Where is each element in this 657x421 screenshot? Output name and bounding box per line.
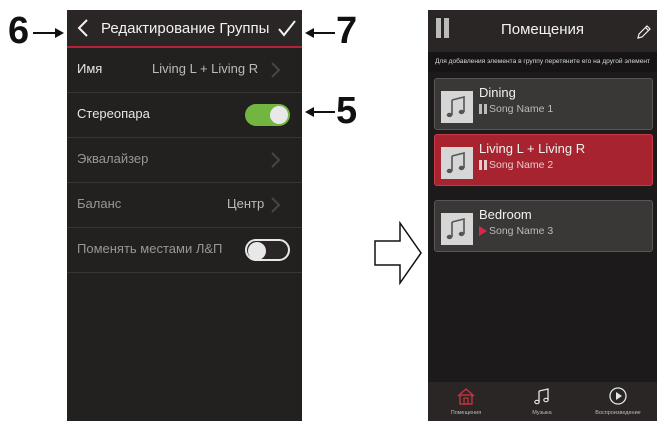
room-card-dining[interactable]: Dining Song Name 1 [434, 78, 653, 130]
pencil-icon[interactable] [636, 24, 652, 40]
tab-playback[interactable]: Воспроизведение [580, 382, 656, 421]
pause-icon [479, 160, 487, 170]
toggle-knob [248, 242, 266, 260]
chevron-left-icon[interactable] [73, 16, 93, 40]
swap-channels-row: Поменять местами Л&П [67, 228, 302, 273]
pause-icon [479, 104, 487, 114]
bottom-tab-bar: Помещения Музыка Воспроизведение [428, 382, 657, 421]
callout-7-label: 7 [336, 10, 358, 52]
room-song: Song Name 1 [489, 103, 554, 115]
tab-label: Помещения [450, 410, 482, 416]
room-song: Song Name 3 [489, 225, 554, 237]
equalizer-row[interactable]: Эквалайзер [67, 138, 302, 183]
callout-5-label: 5 [336, 90, 358, 132]
edit-group-header: Редактирование Группы [67, 10, 302, 48]
swap-channels-label: Поменять местами Л&П [77, 241, 223, 256]
room-name: Bedroom [479, 207, 532, 222]
room-name: Dining [479, 85, 516, 100]
balance-row[interactable]: Баланс Центр [67, 183, 302, 228]
room-card-bedroom[interactable]: Bedroom Song Name 3 [434, 200, 653, 252]
music-note-icon [441, 213, 473, 245]
tab-rooms[interactable]: Помещения [428, 382, 504, 421]
drag-hint-text: Для добавления элемента в группу перетян… [428, 52, 657, 72]
rooms-header: Помещения [428, 10, 657, 52]
tab-music[interactable]: Музыка [504, 382, 580, 421]
music-note-icon [441, 147, 473, 179]
name-label: Имя [77, 61, 103, 76]
callout-6-label: 6 [8, 10, 30, 52]
callout-6-arrow-head [55, 28, 64, 38]
checkmark-icon[interactable] [277, 18, 297, 38]
name-row[interactable]: Имя Living L + Living R [67, 48, 302, 93]
edit-group-screen: Редактирование Группы Имя Living L + Liv… [67, 10, 302, 421]
room-name: Living L + Living R [479, 141, 586, 156]
callout-6-arrow-line [33, 32, 55, 34]
rooms-screen: Помещения Для добавления элемента в груп… [428, 10, 657, 421]
tab-label: Музыка [532, 410, 552, 416]
toggle-knob [270, 106, 288, 124]
chevron-right-icon [271, 62, 281, 78]
callout-7-arrow-line [313, 32, 335, 34]
music-note-icon [441, 91, 473, 123]
house-icon [457, 388, 475, 405]
stereo-pair-label: Стереопара [77, 106, 150, 121]
play-icon [479, 226, 487, 236]
stereo-pair-toggle[interactable] [245, 104, 290, 126]
music-note-icon [534, 388, 549, 405]
stereo-pair-row: Стереопара [67, 93, 302, 138]
chevron-right-icon [271, 152, 281, 168]
rooms-title: Помещения [500, 21, 585, 38]
flow-arrow-icon [374, 221, 422, 285]
tab-label: Воспроизведение [595, 410, 641, 416]
edit-group-title: Редактирование Группы [101, 20, 270, 37]
balance-value: Центр [227, 196, 265, 211]
swap-channels-toggle[interactable] [245, 239, 290, 261]
play-circle-icon [609, 387, 627, 405]
room-song: Song Name 2 [489, 159, 554, 171]
room-card-living[interactable]: Living L + Living R Song Name 2 [434, 134, 653, 186]
callout-5-arrow-line [313, 111, 335, 113]
equalizer-label: Эквалайзер [77, 151, 149, 166]
chevron-right-icon [271, 197, 281, 213]
balance-label: Баланс [77, 196, 122, 211]
name-value: Living L + Living R [152, 61, 259, 76]
